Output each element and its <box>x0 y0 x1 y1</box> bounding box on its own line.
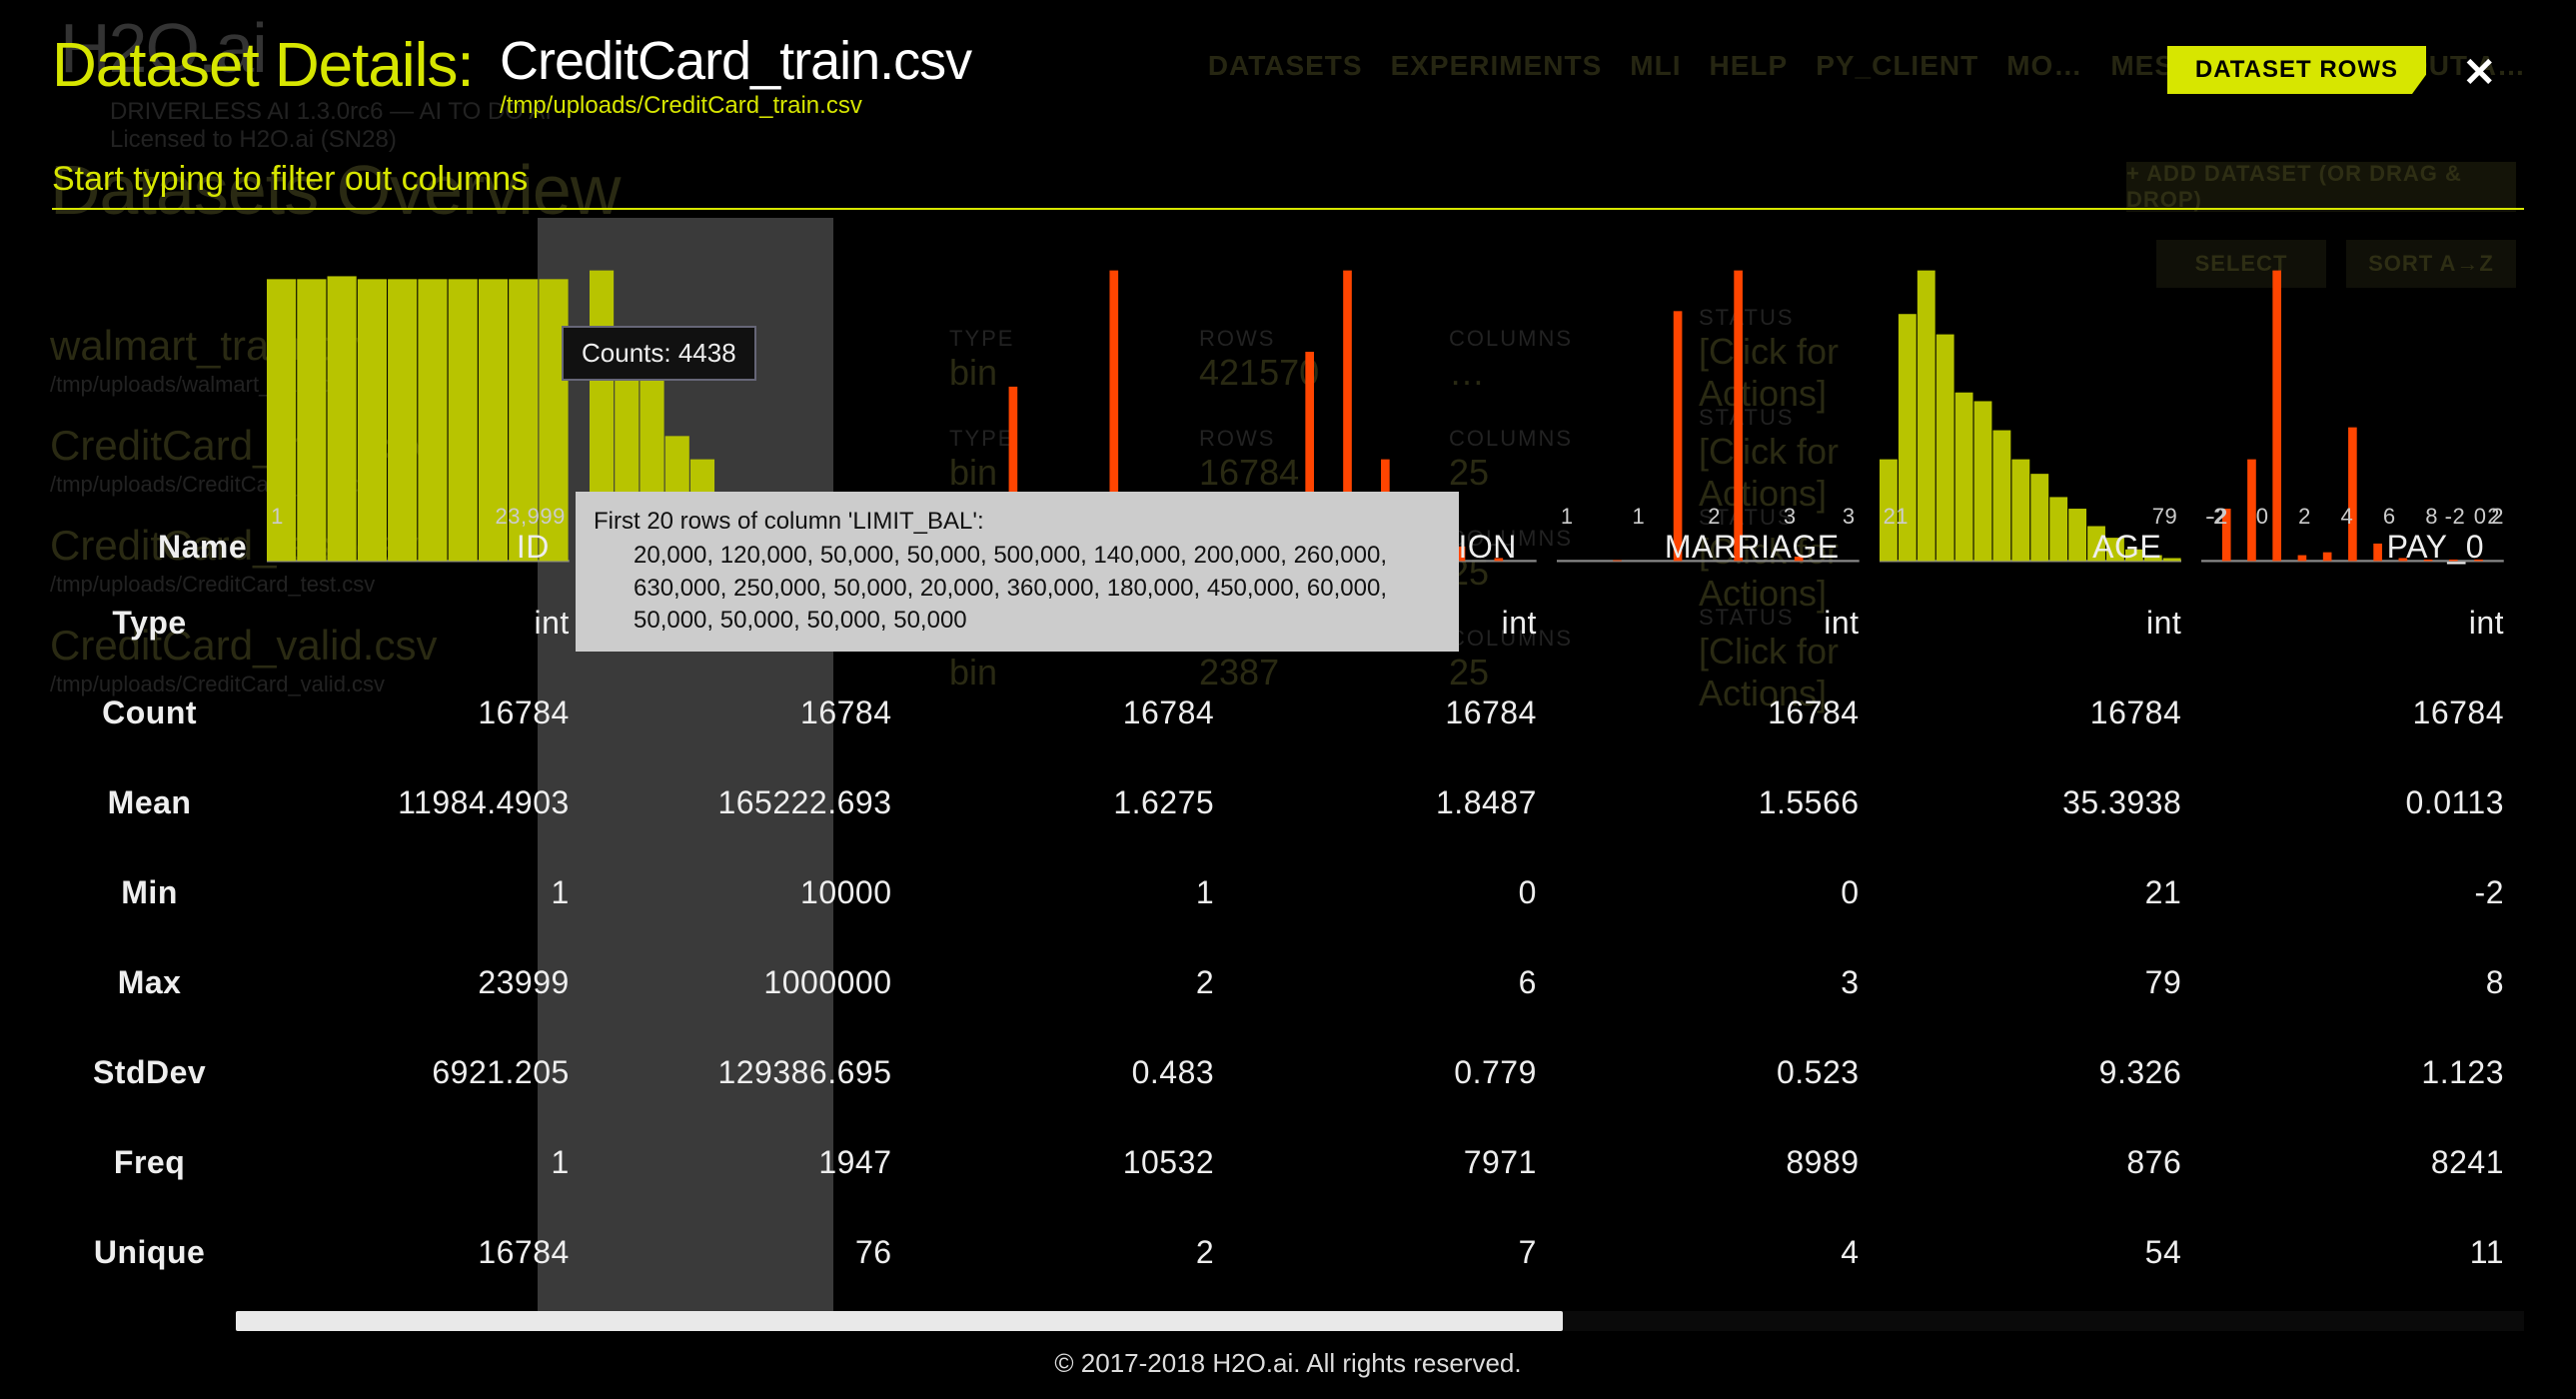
stat-cell: 0.523 <box>1557 1027 1880 1117</box>
stat-cell: 79 <box>1880 937 2202 1027</box>
stats-row-label: Mean <box>52 757 267 847</box>
stat-cell: -2 <box>2201 847 2524 937</box>
stat-cell: 35.3938 <box>1880 757 2202 847</box>
stat-cell: 11984.4903 <box>267 757 590 847</box>
stat-cell: 4 <box>1557 1207 1880 1297</box>
tooltip-head: First 20 rows of column 'LIMIT_BAL': <box>594 506 1441 538</box>
stats-row-label: Type <box>52 578 267 668</box>
stat-cell: 16784 <box>267 668 590 757</box>
stat-cell: 16784 <box>1880 668 2202 757</box>
stat-cell: 1947 <box>590 1117 912 1207</box>
stat-cell: 876 <box>1880 1117 2202 1207</box>
stat-cell: 7971 <box>1234 1117 1557 1207</box>
footer-copyright: © 2017-2018 H2O.ai. All rights reserved. <box>0 1348 2576 1379</box>
stat-cell: 8989 <box>1557 1117 1880 1207</box>
dataset-rows-button[interactable]: DATASET ROWS <box>2167 46 2426 94</box>
column-header-ID[interactable]: 123,999ID <box>267 218 590 578</box>
stats-row-label: Freq <box>52 1117 267 1207</box>
column-header-MARRIAGE[interactable]: 13123MARRIAGE <box>1557 218 1880 578</box>
stat-cell: 165222.693 <box>590 757 912 847</box>
column-preview-tooltip: First 20 rows of column 'LIMIT_BAL': 20,… <box>576 492 1459 652</box>
stat-cell: 6921.205 <box>267 1027 590 1117</box>
stats-row-label: Min <box>52 847 267 937</box>
stat-cell: 1 <box>912 847 1235 937</box>
stat-cell: 6 <box>1234 937 1557 1027</box>
overlay-title: Dataset Details: <box>52 30 474 101</box>
stat-cell: 8 <box>2201 937 2524 1027</box>
horizontal-scrollbar[interactable] <box>236 1311 2524 1331</box>
stat-cell: 11 <box>2201 1207 2524 1297</box>
stats-row-label: StdDev <box>52 1027 267 1117</box>
stat-cell: 1000000 <box>590 937 912 1027</box>
stat-cell: 1.6275 <box>912 757 1235 847</box>
stat-cell: 76 <box>590 1207 912 1297</box>
stat-cell: 0.779 <box>1234 1027 1557 1117</box>
stat-cell: 2 <box>912 937 1235 1027</box>
stats-row-label: Max <box>52 937 267 1027</box>
tooltip-body: 20,000, 120,000, 50,000, 50,000, 500,000… <box>594 540 1441 637</box>
stat-cell: int <box>1557 578 1880 668</box>
stat-cell: 16784 <box>267 1207 590 1297</box>
stat-cell: 8241 <box>2201 1117 2524 1207</box>
header-rule <box>52 208 2524 210</box>
stat-cell: 0.483 <box>912 1027 1235 1117</box>
scrollbar-thumb[interactable] <box>236 1311 1563 1331</box>
stat-cell: 0 <box>1557 847 1880 937</box>
stat-cell: 129386.695 <box>590 1027 912 1117</box>
close-icon[interactable]: ✕ <box>2462 50 2496 96</box>
stat-cell: int <box>2201 578 2524 668</box>
stats-row-label: Name <box>52 218 267 578</box>
histogram-tooltip: Counts: 4438 <box>562 326 756 381</box>
stat-cell: 10000 <box>590 847 912 937</box>
stat-cell: 54 <box>1880 1207 2202 1297</box>
dataset-path: /tmp/uploads/CreditCard_train.csv <box>500 92 862 120</box>
stat-cell: 16784 <box>1234 668 1557 757</box>
stat-cell: 1.5566 <box>1557 757 1880 847</box>
stat-cell: 16784 <box>2201 668 2524 757</box>
stat-cell: 16784 <box>912 668 1235 757</box>
stat-cell: 3 <box>1557 937 1880 1027</box>
stats-row-label: Count <box>52 668 267 757</box>
stat-cell: 10532 <box>912 1117 1235 1207</box>
stat-cell: 0 <box>1234 847 1557 937</box>
stat-cell: 1 <box>267 1117 590 1207</box>
column-header-PAY_0[interactable]: -22-202468 -202PAY_0 <box>2201 218 2524 578</box>
stat-cell: 1.8487 <box>1234 757 1557 847</box>
column-header-AGE[interactable]: 2179AGE <box>1880 218 2202 578</box>
column-stats-table: Name123,999ID10,0…LIMIT_BALSEXEDUCATION1… <box>52 218 2524 1311</box>
stat-cell: 21 <box>1880 847 2202 937</box>
stat-cell: 9.326 <box>1880 1027 2202 1117</box>
dataset-filename: CreditCard_train.csv <box>500 30 971 92</box>
stat-cell: 16784 <box>1557 668 1880 757</box>
stat-cell: 1.123 <box>2201 1027 2524 1117</box>
stat-cell: int <box>267 578 590 668</box>
stat-cell: 7 <box>1234 1207 1557 1297</box>
stat-cell: 2 <box>912 1207 1235 1297</box>
stat-cell: 16784 <box>590 668 912 757</box>
stat-cell: 23999 <box>267 937 590 1027</box>
stat-cell: 0.0113 <box>2201 757 2524 847</box>
stats-row-label: Unique <box>52 1207 267 1297</box>
stat-cell: int <box>1880 578 2202 668</box>
stat-cell: 1 <box>267 847 590 937</box>
filter-prompt[interactable]: Start typing to filter out columns <box>52 160 528 199</box>
dataset-details-overlay: Dataset Details: CreditCard_train.csv /t… <box>0 0 2576 1399</box>
